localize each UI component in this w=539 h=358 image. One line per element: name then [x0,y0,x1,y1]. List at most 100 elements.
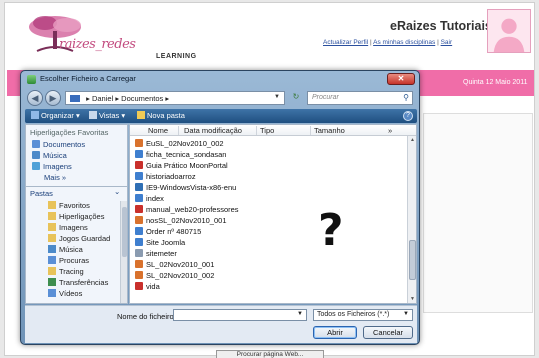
tree-label: Tracing [59,267,84,276]
file-row[interactable]: nosSL_02Nov2010_001 [135,216,227,226]
my-courses-link[interactable]: As minhas disciplinas [373,39,435,46]
filename-field[interactable]: ▼ [173,309,307,321]
tree-item-imagens[interactable]: Imagens [48,223,88,232]
address-bar[interactable]: ▸ Daniel ▸ Documentos ▸ ▼ [65,91,285,105]
pdf-file-icon [135,282,143,290]
logo-text: raizes_redes [59,37,136,52]
forward-button[interactable]: ▶ [45,90,61,106]
folder-icon [48,223,56,231]
col-name[interactable]: Nome [148,126,168,135]
browse-web-button[interactable]: Procurar página Web... [216,350,324,358]
organize-button[interactable]: Organizar ▾ [31,111,80,120]
scroll-down-icon[interactable]: ▼ [409,296,416,303]
fav-musica[interactable]: Música [32,151,67,160]
site-logo[interactable]: raizes_redes LEARNING [19,9,209,65]
file-name: historiadoarroz [146,172,196,181]
file-row[interactable]: Order nº 480715 [135,227,201,237]
tree-item-jogos[interactable]: Jogos Guardad [48,234,110,243]
breadcrumb-documentos[interactable]: Documentos [121,94,163,103]
fav-label: Música [43,151,67,160]
fav-imagens[interactable]: Imagens [32,162,72,171]
file-name: ficha_tecnica_sondasan [146,150,227,159]
file-row[interactable]: EuSL_02Nov2010_002 [135,139,224,149]
link-separator: | [437,39,439,46]
downloads-icon [48,278,56,286]
file-name: SL_02Nov2010_001 [146,260,215,269]
close-button[interactable]: ✕ [387,73,415,85]
file-row[interactable]: SL_02Nov2010_002 [135,271,214,281]
tree-label: Transferências [59,278,109,287]
chevron-down-icon[interactable]: ▼ [274,94,280,100]
organize-label: Organizar ▾ [41,111,80,120]
tree-item-hiperligacoes[interactable]: Hiperligações [48,212,104,221]
tree-label: Vídeos [59,289,83,298]
views-button[interactable]: Vistas ▾ [89,111,125,120]
dialog-titlebar[interactable]: Escolher Ficheiro a Carregar ✕ [25,73,417,86]
search-input[interactable]: Procurar ⚲ [307,91,413,105]
file-row[interactable]: IE9-WindowsVista-x86-enu [135,183,236,193]
tree-item-transferencias[interactable]: Transferências [48,278,108,287]
tree-item-videos[interactable]: Vídeos [48,289,82,298]
file-name: index [146,194,164,203]
search-folder-icon [48,256,56,264]
open-button[interactable]: Abrir [313,326,357,339]
chevron-down-icon[interactable]: ▼ [297,311,303,317]
more-link[interactable]: Mais » [44,173,66,182]
file-name: Guia Prático MoonPortal [146,161,228,170]
new-folder-button[interactable]: Nova pasta [137,111,185,120]
tree-label: Imagens [59,223,88,232]
dialog-title: Escolher Ficheiro a Carregar [40,74,136,83]
fav-documentos[interactable]: Documentos [32,140,85,149]
col-modified[interactable]: Data modificação [184,126,242,135]
cancel-button[interactable]: Cancelar [363,326,413,339]
col-size[interactable]: Tamanho [314,126,345,135]
file-row[interactable]: sitemeter [135,249,177,259]
tree-item-procuras[interactable]: Procuras [48,256,89,265]
views-icon [89,111,97,119]
date-label: Quinta 12 Maio 2011 [463,79,528,86]
file-row[interactable]: Site Joomla [135,238,185,248]
col-type[interactable]: Tipo [260,126,274,135]
tree-item-tracing[interactable]: Tracing [48,267,84,276]
file-row[interactable]: ficha_tecnica_sondasan [135,150,226,160]
nav-scroll-thumb[interactable] [122,207,127,257]
refresh-icon[interactable]: ↻ [289,92,303,104]
filetype-value: Todos os Ficheiros (*.*) [317,311,390,318]
column-divider[interactable] [310,126,311,135]
column-divider[interactable] [256,126,257,135]
column-divider[interactable] [178,126,179,135]
help-icon[interactable]: ? [403,111,413,121]
search-icon[interactable]: ⚲ [403,93,409,102]
scroll-up-icon[interactable]: ▲ [409,137,416,144]
ppt-file-icon [135,271,143,279]
file-row[interactable]: Guia Prático MoonPortal [135,161,228,171]
folders-header[interactable]: Pastas [30,189,53,198]
file-row[interactable]: index [135,194,164,204]
logout-link[interactable]: Sair [441,39,453,46]
back-button[interactable]: ◀ [27,90,43,106]
avatar[interactable] [487,9,531,53]
breadcrumb-daniel[interactable]: Daniel [92,94,113,103]
tree-item-favoritos[interactable]: Favoritos [48,201,90,210]
fav-label: Documentos [43,140,86,149]
side-panel [423,113,533,313]
address-row: ◀ ▶ ▸ Daniel ▸ Documentos ▸ ▼ ↻ Procurar… [25,89,417,107]
tree-item-musica[interactable]: Música [48,245,83,254]
more-columns-icon[interactable]: » [388,126,392,135]
chevron-down-icon[interactable]: ▼ [403,311,409,317]
file-row[interactable]: historiadoarroz [135,172,196,182]
new-folder-label: Nova pasta [147,111,185,120]
ppt-file-icon [135,216,143,224]
chevron-down-icon[interactable]: ⌄ [114,187,120,196]
update-profile-link[interactable]: Actualizar Perfil [323,39,368,46]
file-scrollbar[interactable]: ▲ ▼ [407,136,416,303]
file-scroll-thumb[interactable] [409,240,416,280]
question-mark-overlay: ? [318,205,344,256]
file-row[interactable]: vida [135,282,160,292]
file-row[interactable]: SL_02Nov2010_001 [135,260,214,270]
ppt-file-icon [135,260,143,268]
file-row[interactable]: manual_web20-professores [135,205,239,215]
filetype-select[interactable]: Todos os Ficheiros (*.*) ▼ [313,309,413,321]
file-name: SL_02Nov2010_002 [146,271,215,280]
nav-scrollbar[interactable] [120,201,127,303]
